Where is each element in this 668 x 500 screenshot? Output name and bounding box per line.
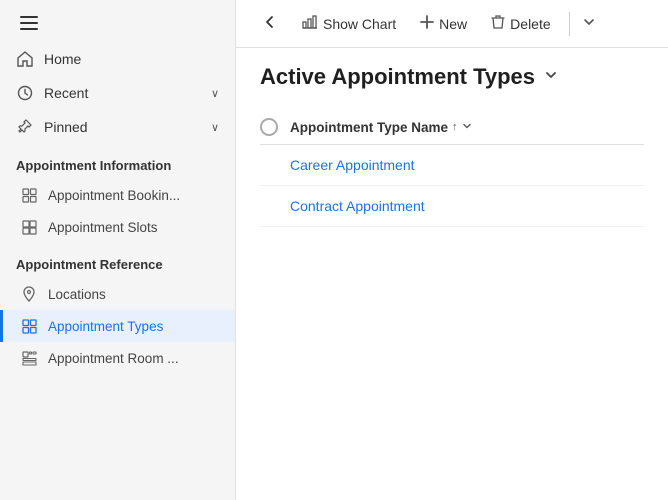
sidebar-item-appointment-types-label: Appointment Types	[48, 319, 163, 334]
appointment-types-icon	[20, 317, 38, 335]
content-area: Active Appointment Types Appointment Typ…	[236, 48, 668, 500]
toolbar-divider	[569, 12, 570, 36]
home-icon	[16, 50, 34, 68]
toolbar-chevron-button[interactable]	[578, 11, 600, 36]
sort-dropdown-icon[interactable]	[462, 121, 472, 134]
back-button[interactable]	[252, 8, 288, 40]
toolbar: Show Chart New Delete	[236, 0, 668, 48]
page-title-row: Active Appointment Types	[260, 64, 644, 90]
new-button[interactable]: New	[410, 9, 477, 39]
main-content: Show Chart New Delete	[236, 0, 668, 500]
recent-chevron-icon: ∨	[211, 87, 219, 100]
chart-icon	[302, 14, 318, 34]
pin-icon	[16, 118, 34, 136]
sidebar-item-home-label: Home	[44, 51, 219, 67]
sidebar-item-recent[interactable]: Recent ∨	[0, 76, 235, 110]
table-row[interactable]: Contract Appointment	[260, 186, 644, 227]
sidebar-item-appointment-slots-label: Appointment Slots	[48, 220, 158, 235]
table-row[interactable]: Career Appointment	[260, 145, 644, 186]
delete-label: Delete	[510, 16, 550, 32]
sidebar-item-appointment-types[interactable]: Appointment Types	[0, 310, 235, 342]
new-icon	[420, 15, 434, 33]
pinned-chevron-icon: ∨	[211, 121, 219, 134]
sidebar-item-appointment-room[interactable]: Appointment Room ...	[0, 342, 235, 374]
sidebar-item-home[interactable]: Home	[0, 42, 235, 76]
title-chevron-icon[interactable]	[543, 67, 559, 88]
sidebar-item-pinned-label: Pinned	[44, 119, 211, 135]
page-title: Active Appointment Types	[260, 64, 535, 90]
sidebar-item-appointment-slots[interactable]: Appointment Slots	[0, 211, 235, 243]
sidebar-item-appointment-booking[interactable]: Appointment Bookin...	[0, 179, 235, 211]
delete-icon	[491, 14, 505, 34]
career-appointment-link[interactable]: Career Appointment	[290, 157, 415, 173]
select-all-checkbox[interactable]	[260, 118, 278, 136]
show-chart-button[interactable]: Show Chart	[292, 8, 406, 40]
sidebar-item-recent-label: Recent	[44, 85, 211, 101]
table-header: Appointment Type Name ↑	[260, 110, 644, 145]
contract-appointment-link[interactable]: Contract Appointment	[290, 198, 425, 214]
hamburger-button[interactable]	[16, 12, 42, 34]
appointment-slots-icon	[20, 218, 38, 236]
sort-asc-icon: ↑	[452, 121, 458, 133]
sidebar-top	[0, 0, 235, 42]
appointment-room-icon	[20, 349, 38, 367]
new-label: New	[439, 16, 467, 32]
sidebar-item-appointment-room-label: Appointment Room ...	[48, 351, 179, 366]
section-appointment-info: Appointment Information	[0, 144, 235, 179]
sidebar-item-locations-label: Locations	[48, 287, 106, 302]
section-appointment-ref: Appointment Reference	[0, 243, 235, 278]
delete-button[interactable]: Delete	[481, 8, 560, 40]
show-chart-label: Show Chart	[323, 16, 396, 32]
column-header-label: Appointment Type Name	[290, 120, 448, 135]
back-icon	[262, 14, 278, 34]
appointment-booking-icon	[20, 186, 38, 204]
sidebar-item-appointment-booking-label: Appointment Bookin...	[48, 188, 180, 203]
sidebar: Home Recent ∨ Pinned ∨ Appointment Infor…	[0, 0, 236, 500]
sidebar-item-pinned[interactable]: Pinned ∨	[0, 110, 235, 144]
column-header-name[interactable]: Appointment Type Name ↑	[290, 120, 472, 135]
clock-icon	[16, 84, 34, 102]
locations-icon	[20, 285, 38, 303]
sidebar-item-locations[interactable]: Locations	[0, 278, 235, 310]
